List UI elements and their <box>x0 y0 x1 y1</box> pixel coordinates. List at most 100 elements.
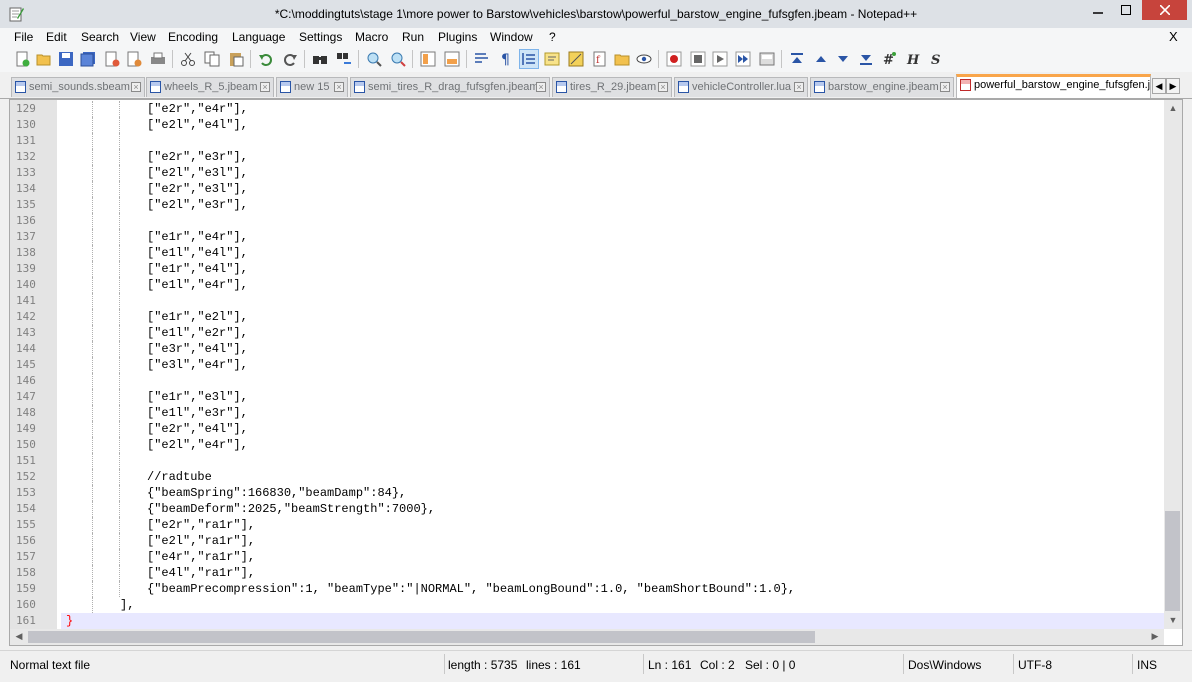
status-insert-mode[interactable]: INS <box>1137 658 1157 672</box>
tab-scroll-left-button[interactable]: ◀ <box>1152 78 1166 94</box>
code-line[interactable]: ["e2l","ra1r"], <box>147 533 255 549</box>
sync-vertical-icon[interactable] <box>418 49 438 69</box>
close-window-button[interactable] <box>1142 0 1187 20</box>
plugin-hash-icon[interactable]: # <box>879 49 899 69</box>
redo-icon[interactable] <box>280 49 300 69</box>
code-line[interactable]: ["e3l","e4r"], <box>147 357 248 373</box>
tab-close-icon[interactable]: × <box>260 82 270 92</box>
replace-icon[interactable] <box>334 49 354 69</box>
menu-plugins[interactable]: Plugins <box>438 30 477 44</box>
cut-icon[interactable] <box>178 49 198 69</box>
tab-tires-r-29[interactable]: tires_R_29.jbeam × <box>552 77 672 97</box>
menu-file[interactable]: File <box>14 30 33 44</box>
undo-icon[interactable] <box>256 49 276 69</box>
play-macro-icon[interactable] <box>710 49 730 69</box>
code-editor[interactable]: 129 130 131 132 133 134 135 136 137 138 139 140 141 1… <box>9 99 1183 646</box>
tab-powerful-barstow-engine[interactable]: powerful_barstow_engine_fufsgfen.jb <box>956 74 1151 98</box>
record-macro-icon[interactable] <box>664 49 684 69</box>
code-line[interactable]: ["e1r","e4r"], <box>147 229 248 245</box>
down-icon[interactable] <box>833 49 853 69</box>
tab-wheels-r-5[interactable]: wheels_R_5.jbeam × <box>146 77 274 97</box>
copy-icon[interactable] <box>202 49 222 69</box>
menu-edit[interactable]: Edit <box>46 30 67 44</box>
scroll-up-arrow-icon[interactable]: ▲ <box>1164 103 1182 113</box>
horizontal-scroll-thumb[interactable] <box>28 631 815 643</box>
print-icon[interactable] <box>148 49 168 69</box>
code-line[interactable]: ["e1r","e3l"], <box>147 389 248 405</box>
code-line[interactable]: ["e2r","e4r"], <box>147 101 248 117</box>
user-defined-lang-icon[interactable] <box>542 49 562 69</box>
maximize-button[interactable] <box>1112 0 1139 20</box>
save-macro-icon[interactable] <box>757 49 777 69</box>
menu-run[interactable]: Run <box>402 30 424 44</box>
menu-view[interactable]: View <box>130 30 156 44</box>
find-icon[interactable] <box>310 49 330 69</box>
plugin-s-icon[interactable]: S <box>926 49 946 69</box>
code-line[interactable]: ["e1l","e4r"], <box>147 277 248 293</box>
code-line[interactable]: ["e2l","e3l"], <box>147 165 248 181</box>
scroll-right-arrow-icon[interactable]: ▶ <box>1146 631 1164 642</box>
up-icon[interactable] <box>811 49 831 69</box>
tab-close-icon[interactable]: × <box>131 82 141 92</box>
code-line[interactable]: ["e3r","e4l"], <box>147 341 248 357</box>
open-file-icon[interactable] <box>34 49 54 69</box>
show-all-chars-icon[interactable]: ¶ <box>496 49 516 69</box>
up-first-icon[interactable] <box>787 49 807 69</box>
menu-window[interactable]: Window <box>490 30 533 44</box>
menu-search[interactable]: Search <box>81 30 119 44</box>
menu-help[interactable]: ? <box>549 30 556 44</box>
close-all-icon[interactable] <box>124 49 144 69</box>
paste-icon[interactable] <box>226 49 246 69</box>
function-list-icon[interactable]: f <box>590 49 610 69</box>
status-eol[interactable]: Dos\Windows <box>908 658 981 672</box>
minimize-button[interactable] <box>1084 0 1111 20</box>
code-line[interactable]: ["e4l","ra1r"], <box>147 565 255 581</box>
code-line[interactable]: ["e2r","ra1r"], <box>147 517 255 533</box>
plugin-h-icon[interactable]: H <box>902 49 922 69</box>
tab-semi-tires-drag[interactable]: semi_tires_R_drag_fufsgfen.jbeam × <box>350 77 550 97</box>
folder-workspace-icon[interactable] <box>612 49 632 69</box>
fold-margin[interactable] <box>57 100 61 629</box>
menu-settings[interactable]: Settings <box>299 30 342 44</box>
vertical-scrollbar[interactable]: ▲ ▼ <box>1164 100 1182 629</box>
scroll-down-arrow-icon[interactable]: ▼ <box>1164 615 1182 625</box>
word-wrap-icon[interactable] <box>472 49 492 69</box>
code-line[interactable]: ["e1r","e4l"], <box>147 261 248 277</box>
menu-macro[interactable]: Macro <box>355 30 388 44</box>
indent-guide-icon[interactable] <box>519 49 539 69</box>
code-line[interactable]: ["e2l","e3r"], <box>147 197 248 213</box>
tab-new-15[interactable]: new 15 × <box>276 77 348 97</box>
code-line[interactable]: ["e2l","e4r"], <box>147 437 248 453</box>
code-line[interactable]: } <box>66 613 73 629</box>
scroll-left-arrow-icon[interactable]: ◀ <box>10 631 28 642</box>
code-line[interactable]: ["e1l","e3r"], <box>147 405 248 421</box>
stop-macro-icon[interactable] <box>688 49 708 69</box>
code-line[interactable]: ["e2r","e3l"], <box>147 181 248 197</box>
sync-horizontal-icon[interactable] <box>442 49 462 69</box>
code-line[interactable]: ["e1r","e2l"], <box>147 309 248 325</box>
tab-close-icon[interactable]: × <box>334 82 344 92</box>
code-line[interactable]: ["e1l","e4l"], <box>147 245 248 261</box>
code-line[interactable]: ["e2r","e3r"], <box>147 149 248 165</box>
status-encoding[interactable]: UTF-8 <box>1018 658 1052 672</box>
close-file-icon[interactable] <box>102 49 122 69</box>
save-all-icon[interactable] <box>78 49 98 69</box>
tab-close-icon[interactable]: × <box>658 82 668 92</box>
code-line[interactable]: ["e2l","e4l"], <box>147 117 248 133</box>
tab-vehicle-controller[interactable]: vehicleController.lua × <box>674 77 808 97</box>
code-line[interactable]: {"beamSpring":166830,"beamDamp":84}, <box>147 485 406 501</box>
tab-close-icon[interactable]: × <box>536 82 546 92</box>
code-line[interactable]: //radtube <box>147 469 212 485</box>
run-macro-multiple-icon[interactable] <box>733 49 753 69</box>
code-line[interactable]: ], <box>120 597 134 613</box>
zoom-out-icon[interactable] <box>388 49 408 69</box>
code-line[interactable]: {"beamPrecompression":1, "beamType":"|NO… <box>147 581 795 597</box>
save-icon[interactable] <box>56 49 76 69</box>
code-line[interactable]: ["e1l","e2r"], <box>147 325 248 341</box>
new-file-icon[interactable] <box>12 49 32 69</box>
tab-barstow-engine[interactable]: barstow_engine.jbeam × <box>810 77 954 97</box>
code-line[interactable]: ["e2r","e4l"], <box>147 421 248 437</box>
zoom-in-icon[interactable] <box>364 49 384 69</box>
tab-close-icon[interactable]: × <box>794 82 804 92</box>
menu-language[interactable]: Language <box>232 30 285 44</box>
